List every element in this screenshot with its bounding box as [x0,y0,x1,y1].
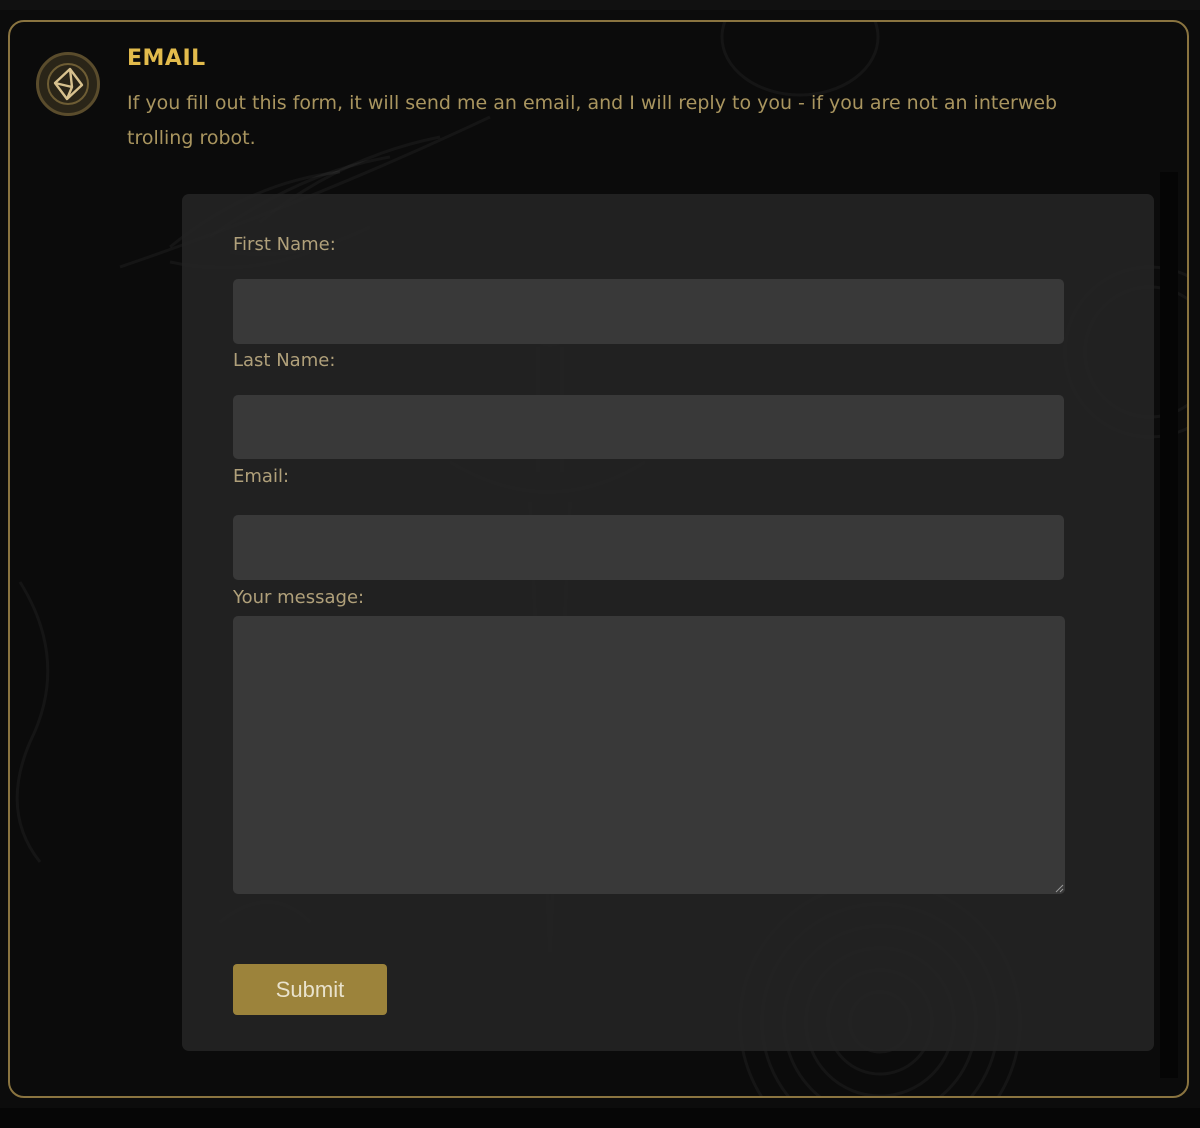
email-card: EMAIL If you fill out this form, it will… [8,20,1189,1098]
contact-form: First Name: Last Name: Email: Your messa… [182,194,1154,1051]
intro-text: If you fill out this form, it will send … [127,92,1058,149]
last-name-field[interactable] [233,395,1064,459]
resize-grip-icon[interactable] [1054,883,1064,893]
envelope-icon [36,52,100,116]
email-field[interactable] [233,515,1064,580]
page-title: EMAIL [127,46,206,71]
page-bottom-band [0,1108,1200,1128]
last-name-label: Last Name: [233,350,336,371]
message-label: Your message: [233,587,365,608]
page-top-band [0,0,1200,10]
email-label: Email: [233,466,290,487]
scroll-track [1160,172,1178,1078]
submit-button[interactable]: Submit [233,964,387,1015]
message-field[interactable] [233,616,1065,894]
first-name-label: First Name: [233,234,336,255]
first-name-field[interactable] [233,279,1064,344]
